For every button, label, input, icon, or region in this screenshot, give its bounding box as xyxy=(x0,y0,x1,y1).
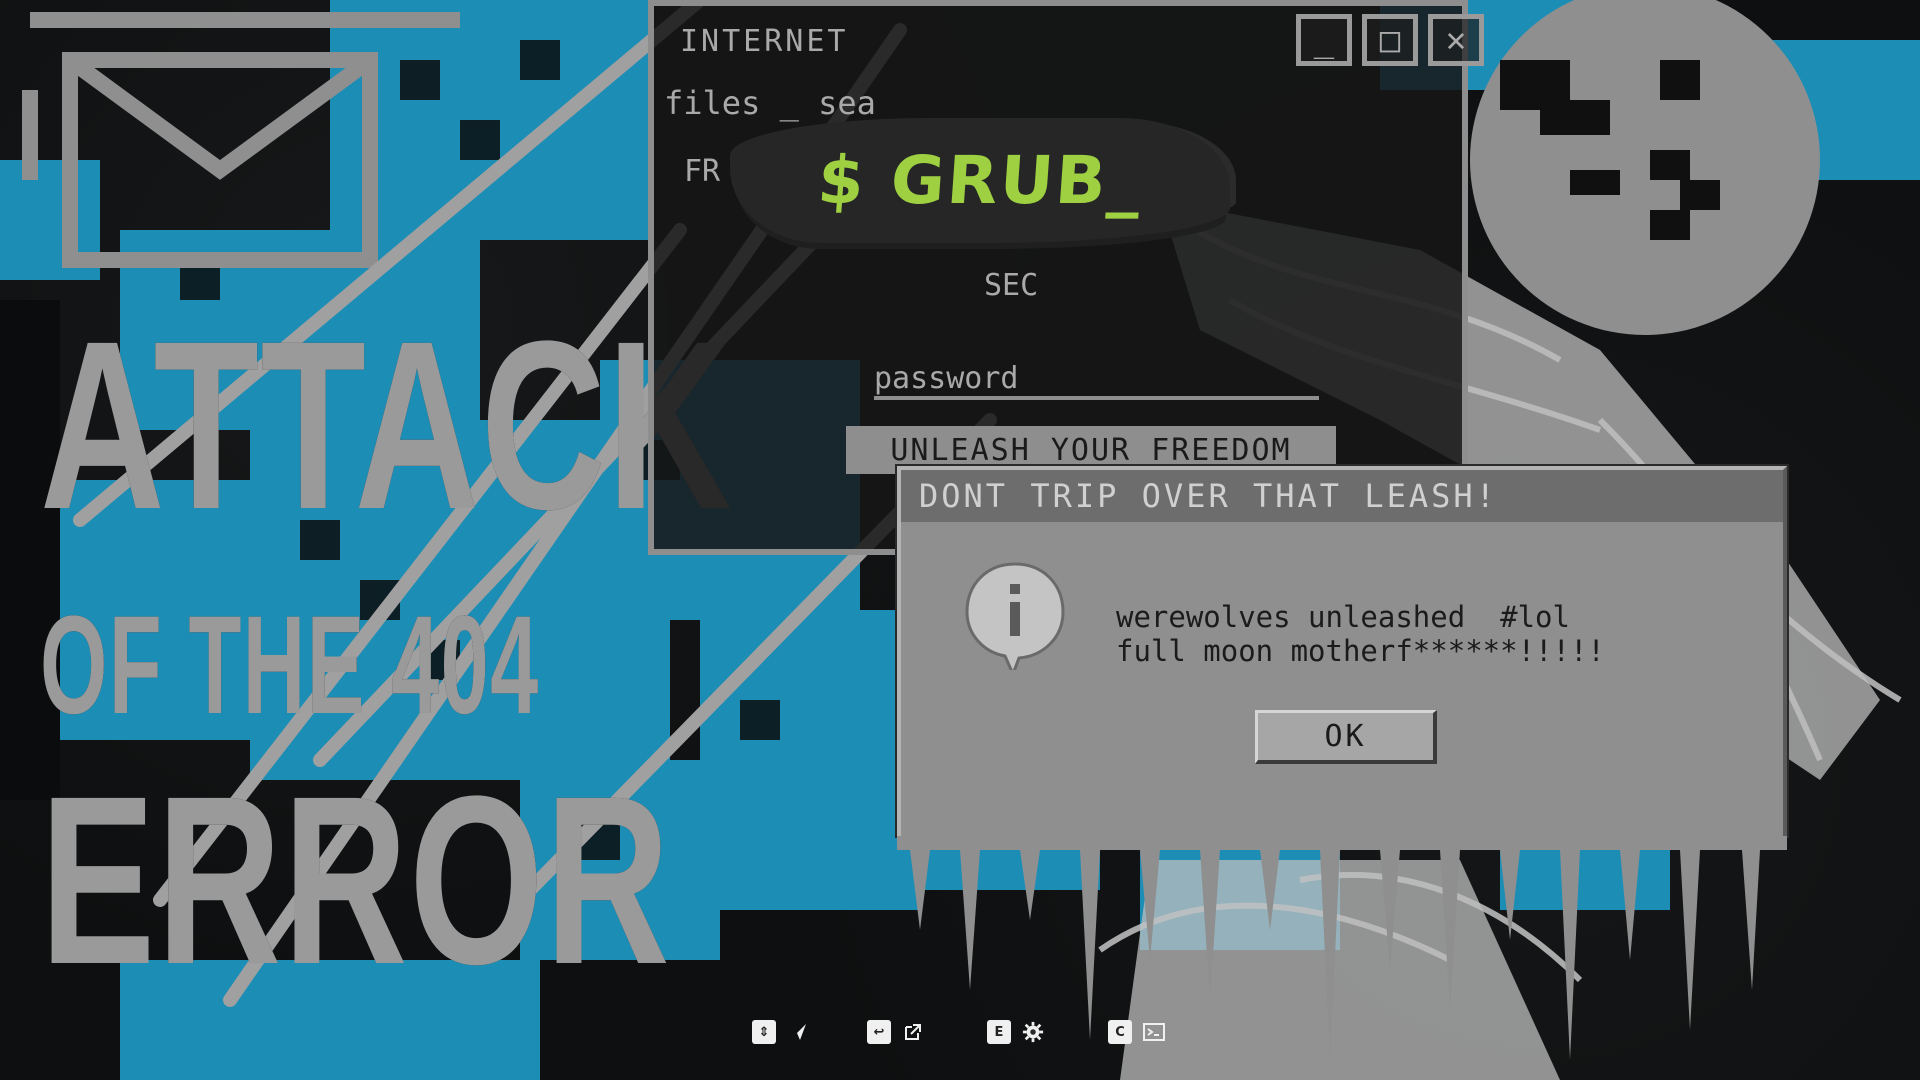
hint-group-1[interactable]: ⇕ xyxy=(752,1018,810,1046)
terminal-icon xyxy=(1142,1020,1166,1044)
hint-group-3[interactable]: E xyxy=(987,1018,1045,1046)
hint-key-badge: E xyxy=(987,1020,1011,1044)
hint-group-4[interactable]: C xyxy=(1108,1018,1166,1046)
open-external-icon xyxy=(901,1020,925,1044)
hint-key-badge: C xyxy=(1108,1020,1132,1044)
hint-group-2[interactable]: ↩ xyxy=(867,1018,925,1046)
send-icon xyxy=(786,1020,810,1044)
hint-key-badge: ⇕ xyxy=(752,1020,776,1044)
gear-icon xyxy=(1021,1020,1045,1044)
icicle-drips xyxy=(897,836,1787,1060)
wallpaper-stage: ATTACK OF THE 404 ERROR INTERNET files _… xyxy=(0,0,1920,1080)
hint-toolbar: ⇕ ↩ E C xyxy=(0,1018,1920,1048)
hint-key-badge: ↩ xyxy=(867,1020,891,1044)
